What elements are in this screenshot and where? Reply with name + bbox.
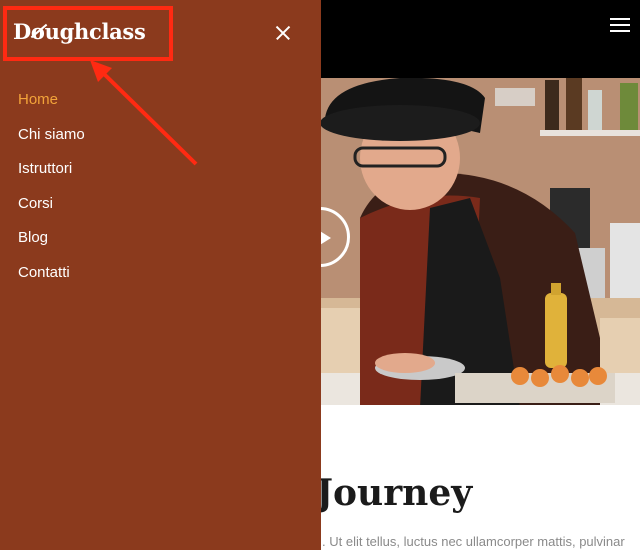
section-heading: Journey <box>316 472 473 514</box>
section-body-text: . Ut elit tellus, luctus nec ullamcorper… <box>322 534 625 549</box>
hamburger-icon[interactable] <box>610 16 630 34</box>
nav-item-blog[interactable]: Blog <box>18 228 85 263</box>
nav-item-istruttori[interactable]: Istruttori <box>18 159 85 194</box>
close-icon[interactable] <box>275 25 291 41</box>
nav-item-home[interactable]: Home <box>18 90 85 125</box>
nav-item-chi-siamo[interactable]: Chi siamo <box>18 125 85 160</box>
drawer-nav: Home Chi siamo Istruttori Corsi Blog Con… <box>18 90 85 298</box>
side-drawer: Doughclass Home Chi siamo Istruttori Cor… <box>0 0 321 550</box>
nav-item-corsi[interactable]: Corsi <box>18 194 85 229</box>
nav-item-contatti[interactable]: Contatti <box>18 263 85 298</box>
annotation-highlight-box <box>3 6 173 61</box>
